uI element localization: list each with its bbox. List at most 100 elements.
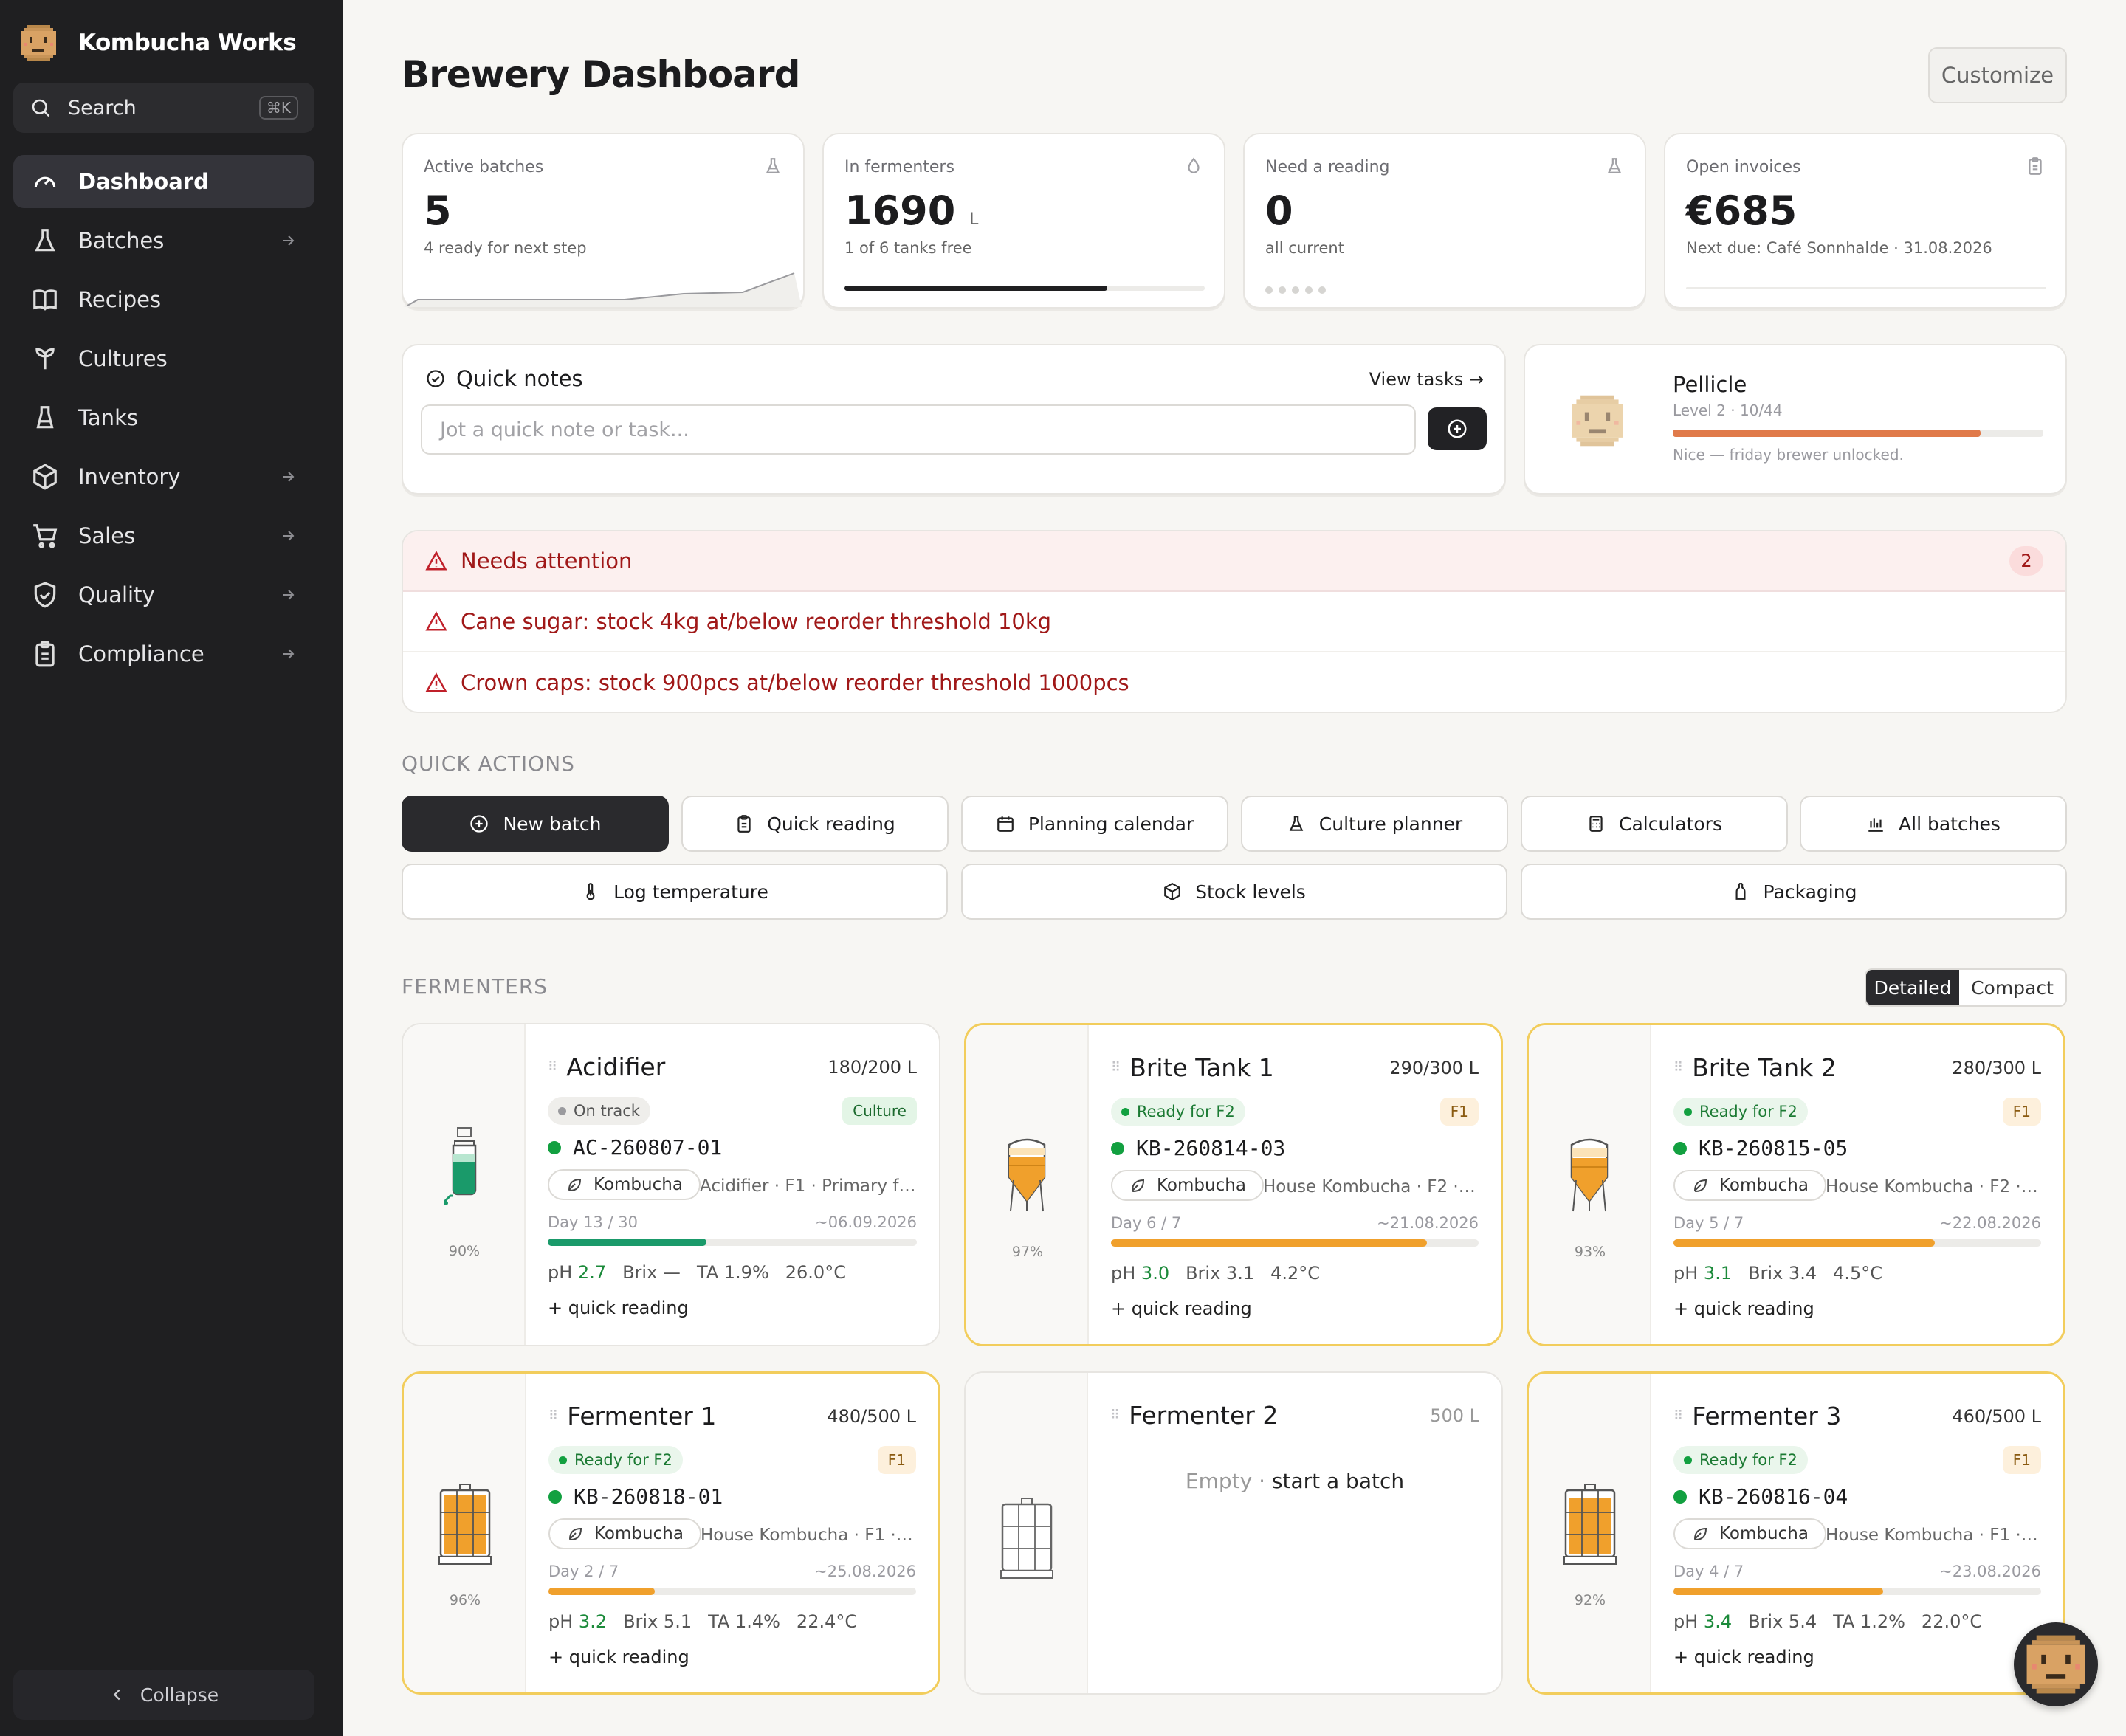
batch-id[interactable]: KB-260814-03 — [1111, 1136, 1285, 1160]
status-dot — [1684, 1107, 1692, 1116]
temperature-reading: 22.4°C — [796, 1611, 858, 1632]
detailed-view-button[interactable]: Detailed — [1866, 970, 1959, 1005]
attention-item[interactable]: Cane sugar: stock 4kg at/below reorder t… — [403, 592, 2065, 652]
stat-card-active-batches[interactable]: Active batches 5 4 ready for next step — [402, 133, 805, 309]
plus-circle-icon — [1446, 418, 1468, 440]
quick-reading-link[interactable]: + quick reading — [1673, 1298, 1814, 1319]
sidebar-item-cultures[interactable]: Cultures — [13, 332, 314, 385]
sidebar-item-label: Inventory — [78, 464, 181, 489]
fermenter-title: ⠿ Fermenter 2 — [1110, 1401, 1278, 1430]
fermenter-details: ⠿ Fermenter 2 500 L Empty · start a batch — [1110, 1373, 1479, 1693]
sidebar-item-dashboard[interactable]: Dashboard — [13, 155, 314, 208]
batch-id[interactable]: AC-260807-01 — [548, 1135, 722, 1160]
sidebar-item-sales[interactable]: Sales — [13, 509, 314, 562]
readings: pH 3.2 Brix 5.1 TA 1.4% 22.4°C — [548, 1611, 857, 1632]
sidebar-item-tanks[interactable]: Tanks — [13, 391, 314, 444]
drag-handle-icon[interactable]: ⠿ — [1673, 1060, 1683, 1075]
quick-reading-link[interactable]: + quick reading — [1673, 1647, 1814, 1667]
quick-reading-link[interactable]: + quick reading — [548, 1647, 689, 1667]
sidebar-item-quality[interactable]: Quality — [13, 568, 314, 621]
drag-handle-icon[interactable]: ⠿ — [1673, 1408, 1683, 1424]
ibc-tank-icon — [436, 1483, 494, 1568]
progress-fill — [548, 1239, 706, 1246]
drag-handle-icon[interactable]: ⠿ — [1110, 1408, 1120, 1423]
fermenter-capacity: 500 L — [1430, 1405, 1479, 1426]
stat-card-open-invoices[interactable]: Open invoices €685 Next due: Café Sonnha… — [1664, 133, 2067, 309]
fermenter-card-brite-tank-2[interactable]: 93% ⠿ Brite Tank 2 280/300 L Ready for F2… — [1527, 1023, 2065, 1346]
fermenter-details: ⠿ Fermenter 1 480/500 L Ready for F2 F1 K… — [548, 1374, 916, 1692]
tank-visual: 97% — [966, 1025, 1089, 1344]
fermenter-card-acidifier[interactable]: 90% ⠿ Acidifier 180/200 L On track Cultur… — [402, 1023, 940, 1346]
stat-sub: 4 ready for next step — [424, 239, 587, 257]
view-tasks-link[interactable]: View tasks → — [1369, 369, 1484, 390]
quick-reading-button[interactable]: Quick reading — [681, 796, 949, 852]
calculator-icon — [1586, 814, 1606, 833]
sidebar-item-recipes[interactable]: Recipes — [13, 273, 314, 326]
start-batch-link[interactable]: start a batch — [1272, 1469, 1404, 1493]
attention-item[interactable]: Crown caps: stock 900pcs at/below reorde… — [403, 652, 2065, 712]
brand[interactable]: Kombucha Works — [18, 22, 297, 63]
sidebar-item-compliance[interactable]: Compliance — [13, 627, 314, 681]
dot — [1318, 286, 1326, 294]
stat-value: 5 — [424, 187, 452, 234]
fermenter-card-fermenter-2[interactable]: ⠿ Fermenter 2 500 L Empty · start a batch — [964, 1371, 1503, 1695]
batch-id[interactable]: KB-260818-01 — [548, 1484, 723, 1509]
recipe-summary: House Kombucha · F1 · Pri... — [701, 1526, 916, 1545]
sidebar-item-label: Tanks — [78, 405, 138, 430]
recipe-summary: House Kombucha · F2 · Col... — [1263, 1177, 1479, 1196]
sidebar-item-batches[interactable]: Batches — [13, 214, 314, 267]
sidebar-item-inventory[interactable]: Inventory — [13, 450, 314, 503]
search-shortcut: ⌘K — [258, 96, 298, 120]
product-label: Kombucha — [594, 1175, 683, 1194]
new-batch-button[interactable]: New batch — [402, 796, 669, 852]
stat-card-need-reading[interactable]: Need a reading 0 all current — [1243, 133, 1646, 309]
add-note-button[interactable] — [1428, 407, 1487, 450]
product-pill: Kombucha — [1673, 1170, 1826, 1201]
ph-label: pH — [1673, 1611, 1699, 1632]
quick-actions-label: QUICK ACTIONS — [402, 751, 575, 776]
mascot-assistant-button[interactable] — [2014, 1622, 2098, 1706]
fermenter-name: Brite Tank 2 — [1692, 1053, 1837, 1082]
readings: pH 3.0 Brix 3.1 4.2°C — [1111, 1263, 1320, 1284]
all-batches-button[interactable]: All batches — [1800, 796, 2067, 852]
collapse-button[interactable]: Collapse — [13, 1670, 314, 1720]
batch-id[interactable]: KB-260815-05 — [1673, 1136, 1848, 1160]
progress-bar — [1673, 1239, 2041, 1247]
packaging-button[interactable]: Packaging — [1521, 864, 2067, 920]
drag-handle-icon[interactable]: ⠿ — [1111, 1060, 1121, 1075]
fermenter-card-brite-tank-1[interactable]: 97% ⠿ Brite Tank 1 290/300 L Ready for F2… — [964, 1023, 1503, 1346]
quick-reading-link[interactable]: + quick reading — [1111, 1298, 1252, 1319]
page-title: Brewery Dashboard — [402, 53, 800, 96]
ph-label: pH — [548, 1262, 573, 1283]
pellicle-card[interactable]: Pellicle Level 2 · 10/44 Nice — friday b… — [1524, 344, 2067, 495]
bottle-icon — [1731, 882, 1750, 901]
log-temperature-button[interactable]: Log temperature — [402, 864, 948, 920]
compact-view-button[interactable]: Compact — [1959, 970, 2065, 1005]
fermenter-card-fermenter-1[interactable]: 96% ⠿ Fermenter 1 480/500 L Ready for F2 … — [402, 1371, 940, 1695]
planning-calendar-button[interactable]: Planning calendar — [961, 796, 1228, 852]
quick-reading-link[interactable]: + quick reading — [548, 1298, 689, 1318]
culture-planner-button[interactable]: Culture planner — [1241, 796, 1508, 852]
search-input[interactable]: Search ⌘K — [13, 83, 314, 133]
stock-levels-button[interactable]: Stock levels — [961, 864, 1507, 920]
batch-id[interactable]: KB-260816-04 — [1673, 1484, 1848, 1509]
customize-button[interactable]: Customize — [1928, 47, 2067, 103]
quick-note-input[interactable]: Jot a quick note or task... — [421, 404, 1416, 455]
calculators-button[interactable]: Calculators — [1521, 796, 1788, 852]
drag-handle-icon[interactable]: ⠿ — [548, 1059, 557, 1075]
drag-handle-icon[interactable]: ⠿ — [548, 1408, 558, 1424]
day-counter: Day 5 / 7 — [1673, 1214, 1744, 1232]
clipboard-icon — [735, 814, 754, 833]
fermenter-card-fermenter-3[interactable]: 92% ⠿ Fermenter 3 460/500 L Ready for F2 … — [1527, 1371, 2065, 1695]
stat-card-in-fermenters[interactable]: In fermenters 1690 L 1 of 6 tanks free — [822, 133, 1225, 309]
needs-attention-header[interactable]: Needs attention 2 — [403, 531, 2065, 592]
fermenter-title: ⠿ Fermenter 3 — [1673, 1402, 1841, 1430]
kombucha-mascot-icon — [18, 22, 59, 63]
brix-reading: Brix 5.1 — [623, 1611, 692, 1632]
button-label: Packaging — [1763, 881, 1857, 903]
fermenter-title: ⠿ Acidifier — [548, 1053, 665, 1081]
fermenters-label: FERMENTERS — [402, 974, 548, 999]
recipe-summary: House Kombucha · F2 · Col... — [1826, 1177, 2041, 1196]
ph-reading: pH 3.4 — [1673, 1611, 1732, 1632]
leaf-icon — [1129, 1177, 1146, 1194]
